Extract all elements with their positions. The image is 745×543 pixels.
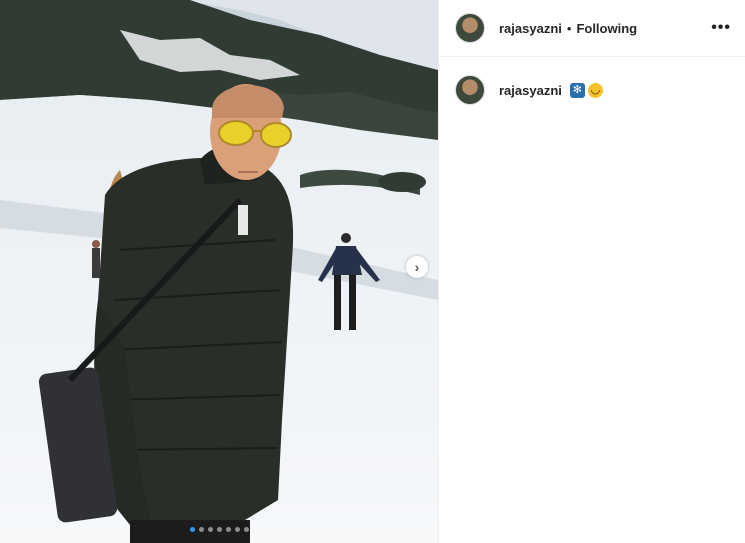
snow-scene-image	[0, 0, 438, 543]
chevron-right-icon: ›	[414, 259, 420, 275]
instagram-post: › rajasyazni • Following ••• rajasyazni …	[0, 0, 745, 543]
following-button[interactable]: Following	[576, 21, 637, 36]
caption-text: ✻ ◡	[569, 82, 603, 98]
caption-username-link[interactable]: rajasyazni	[499, 83, 562, 98]
carousel-indicator	[0, 527, 438, 532]
more-options-icon[interactable]: •••	[711, 20, 731, 36]
snowflake-icon: ✻	[569, 82, 585, 98]
caption-avatar[interactable]	[455, 75, 485, 105]
carousel-dot	[189, 527, 195, 532]
avatar[interactable]	[455, 13, 485, 43]
carousel-dot	[216, 527, 222, 532]
carousel-dot	[234, 527, 240, 532]
post-caption: rajasyazni ✻ ◡	[439, 57, 745, 105]
separator-dot: •	[566, 20, 572, 36]
carousel-dot	[207, 527, 213, 532]
carousel-dot	[198, 527, 204, 532]
next-slide-button[interactable]: ›	[406, 256, 428, 278]
carousel-dot	[225, 527, 231, 532]
post-sidebar: rajasyazni • Following ••• rajasyazni ✻ …	[438, 0, 745, 543]
carousel-dot	[243, 527, 249, 532]
sunglasses-emoji-icon: ◡	[587, 82, 603, 98]
post-photo[interactable]: ›	[0, 0, 438, 543]
post-header: rajasyazni • Following •••	[439, 0, 745, 57]
header-username-link[interactable]: rajasyazni	[499, 21, 562, 36]
